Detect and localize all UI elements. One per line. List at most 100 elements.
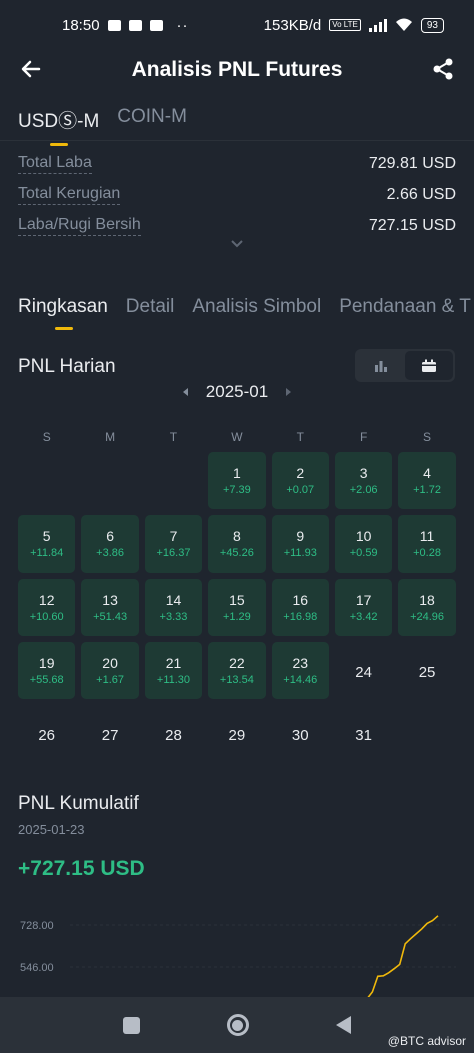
day-pnl: +1.72	[413, 484, 441, 497]
calendar-blank	[78, 451, 141, 514]
day-pnl: +3.33	[159, 610, 188, 623]
calendar-day[interactable]: 16 +16.98	[271, 578, 329, 636]
calendar-day[interactable]: 23 +14.46	[271, 641, 329, 700]
day-number: 18	[419, 591, 435, 608]
tab-symbol-analysis[interactable]: Analisis Simbol	[192, 296, 321, 318]
calendar-day[interactable]: 19 +55.68	[18, 641, 76, 700]
day-pnl: +24.96	[410, 610, 445, 623]
arrow-left-icon[interactable]	[18, 56, 44, 82]
tab-usdm[interactable]: USDⓈ-M	[18, 106, 99, 146]
calendar-day[interactable]: 5 +11.84	[18, 515, 76, 573]
calendar-day: 30	[269, 704, 332, 767]
day-number: 14	[165, 591, 182, 608]
bar-chart-view-button[interactable]	[357, 351, 405, 380]
summary-label[interactable]: Total Laba	[18, 153, 92, 174]
calendar-day[interactable]: 8 +45.26	[208, 515, 266, 573]
summary-label[interactable]: Laba/Rugi Bersih	[18, 215, 141, 236]
calendar-day[interactable]: 15 +1.29	[208, 578, 266, 636]
day-number: 2	[296, 465, 305, 482]
calendar-day[interactable]: 3 +2.06	[334, 452, 393, 510]
calendar-view-button[interactable]	[405, 351, 453, 380]
summary-row-total-loss: Total Kerugian 2.66 USD	[18, 179, 456, 210]
weekday-header: S M T W T F S	[15, 430, 459, 444]
calendar-icon	[422, 359, 436, 372]
month-label: 2025-01	[205, 382, 269, 401]
signal-icon	[368, 18, 387, 32]
weekday-label: T	[296, 430, 304, 444]
calendar-day[interactable]: 1 +7.39	[208, 452, 266, 510]
day-pnl: +11.30	[156, 674, 191, 687]
summary-value: 727.15 USD	[368, 216, 456, 234]
day-number: 31	[355, 727, 372, 745]
prev-month-icon[interactable]	[182, 388, 188, 396]
day-number: 17	[355, 591, 372, 608]
clock: 18:50	[62, 16, 100, 34]
calendar-day[interactable]: 6 +3.86	[81, 515, 139, 573]
summary-label[interactable]: Total Kerugian	[18, 184, 121, 205]
calendar-day[interactable]: 22 +13.54	[208, 641, 266, 700]
notification-icon	[107, 19, 121, 31]
day-pnl: +16.37	[156, 547, 191, 560]
day-pnl: +0.07	[286, 484, 315, 497]
day-number: 23	[292, 655, 309, 672]
day-number: 5	[42, 528, 51, 545]
calendar-blank	[142, 451, 205, 514]
day-number: 3	[359, 465, 368, 482]
calendar-day[interactable]: 7 +16.37	[144, 515, 203, 573]
calendar-day[interactable]: 4 +1.72	[398, 452, 456, 510]
day-number: 8	[232, 528, 241, 545]
day-pnl: +7.39	[222, 484, 251, 497]
calendar-day[interactable]: 20 +1.67	[81, 641, 139, 700]
y-tick-label: 728.00	[20, 920, 54, 932]
calendar-day[interactable]: 17 +3.42	[334, 578, 393, 636]
home-icon[interactable]	[226, 1014, 249, 1036]
day-number: 30	[291, 727, 309, 745]
weekday-label: S	[42, 430, 51, 444]
day-pnl: +16.98	[283, 610, 318, 623]
share-icon[interactable]	[430, 56, 456, 82]
day-pnl: +45.26	[219, 547, 254, 560]
day-number: 28	[165, 727, 182, 745]
day-pnl: +3.42	[349, 610, 378, 623]
day-pnl: +13.54	[219, 674, 254, 687]
calendar-day[interactable]: 13 +51.43	[81, 578, 139, 636]
chevron-down-icon[interactable]	[229, 238, 245, 250]
calendar-day[interactable]: 10 +0.59	[334, 515, 393, 573]
day-pnl: +55.68	[29, 674, 64, 687]
next-month-icon[interactable]	[286, 388, 292, 396]
tab-summary[interactable]: Ringkasan	[18, 296, 108, 330]
calendar-day[interactable]: 11 +0.28	[398, 515, 456, 573]
day-number: 29	[228, 727, 246, 745]
tab-funding[interactable]: Pendanaan & T	[339, 296, 471, 318]
day-pnl: +2.06	[349, 484, 378, 497]
day-pnl: +11.84	[30, 547, 64, 560]
back-nav-icon[interactable]	[335, 1016, 351, 1034]
calendar-day[interactable]: 9 +11.93	[271, 515, 329, 573]
calendar-day: 24	[332, 641, 395, 704]
weekday-label: S	[423, 430, 432, 444]
recent-apps-icon[interactable]	[123, 1016, 141, 1034]
calendar-day[interactable]: 14 +3.33	[144, 578, 203, 636]
tab-detail[interactable]: Detail	[126, 296, 175, 318]
day-number: 12	[38, 591, 55, 608]
calendar-day[interactable]: 18 +24.96	[398, 578, 456, 636]
summary-value: 729.81 USD	[368, 154, 456, 172]
status-bar: 18:50 ·· 153KB/d Vo LTE 93	[0, 0, 474, 50]
day-number: 20	[102, 655, 118, 672]
weekday-label: W	[231, 430, 243, 444]
day-number: 15	[229, 591, 245, 608]
calendar-day[interactable]: 2 +0.07	[271, 452, 329, 510]
tab-coinm[interactable]: COIN-M	[117, 106, 187, 143]
bar-chart-icon	[375, 360, 387, 372]
day-number: 7	[169, 528, 178, 545]
weekday-label: M	[105, 430, 116, 444]
app-bar: Analisis PNL Futures	[0, 50, 474, 90]
watermark: @BTC advisor	[387, 1034, 466, 1048]
day-pnl: +0.59	[349, 547, 378, 560]
calendar-day[interactable]: 12 +10.60	[18, 578, 76, 636]
market-tabs: USDⓈ-M COIN-M	[18, 106, 187, 146]
summary-row-total-profit: Total Laba 729.81 USD	[18, 148, 456, 179]
daily-pnl-title: PNL Harian	[18, 356, 116, 377]
calendar-day[interactable]: 21 +11.30	[144, 641, 203, 700]
divider	[0, 140, 474, 141]
